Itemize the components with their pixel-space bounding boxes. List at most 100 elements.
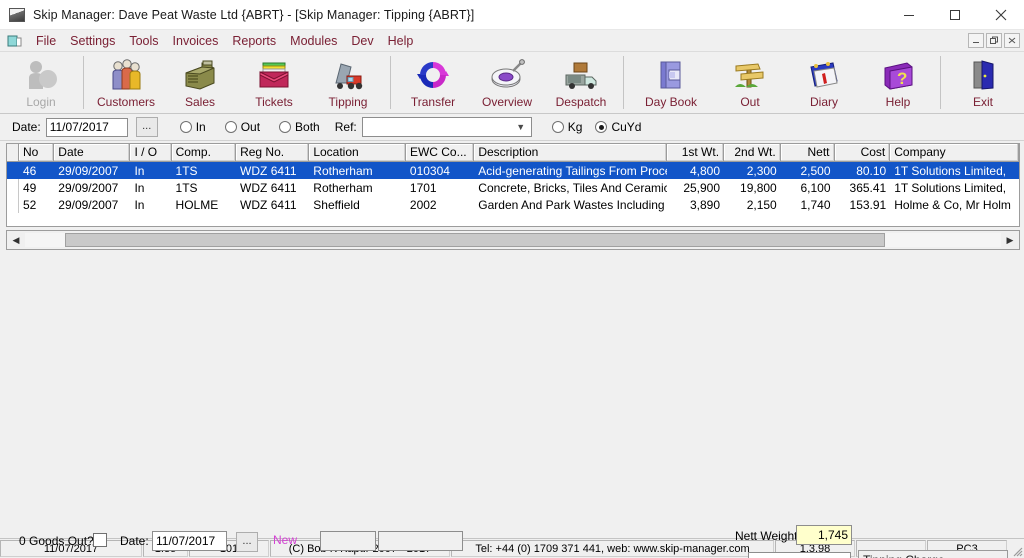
grid-col-nett[interactable]: Nett (780, 144, 835, 161)
cell-company: 1T Solutions Limited, (894, 163, 1007, 178)
filter-out-label: Out (240, 120, 261, 134)
tipping-grid: No Date I / O Comp. Reg No. Location EWC… (6, 143, 1020, 227)
filter-radio-both[interactable]: Both (279, 120, 320, 134)
form-date-picker-button[interactable]: ... (236, 532, 258, 552)
toolbar-button-login[interactable]: Login (4, 52, 78, 113)
cell-no: 49 (23, 180, 37, 195)
table-row[interactable]: 52 29/09/2007 In HOLME WDZ 6411 Sheffiel… (7, 196, 1019, 213)
toolbar-button-tickets[interactable]: Tickets (237, 52, 311, 113)
main-toolbar: Login Customers Sales Tickets Tipping Tr… (0, 52, 1024, 114)
filter-ref-combo[interactable]: ▼ (361, 117, 532, 137)
menu-item-file[interactable]: File (29, 32, 63, 50)
toolbar-label-sales: Sales (184, 95, 216, 109)
grid-col-io[interactable]: I / O (130, 144, 172, 161)
mdi-document-icon (6, 33, 24, 49)
nett-weight-label: Nett Weight (735, 529, 798, 543)
new-field-2[interactable] (378, 531, 463, 551)
minimize-icon[interactable] (886, 0, 932, 30)
filter-radio-cuyd[interactable]: CuYd (595, 120, 641, 134)
scrollbar-track[interactable] (25, 233, 1001, 247)
menu-item-settings[interactable]: Settings (63, 32, 122, 50)
cell-cost: 365.41 (849, 180, 887, 195)
nett-weight-input[interactable] (796, 525, 852, 545)
radio-dot-kg (551, 121, 564, 133)
grid-col-ewc[interactable]: EWC Co... (405, 144, 475, 161)
cell-nett: 2,500 (800, 163, 831, 178)
cell-comp: 1TS (175, 163, 198, 178)
toolbar-button-help[interactable]: ? Help (861, 52, 935, 113)
toolbar-button-overview[interactable]: Overview (470, 52, 544, 113)
grid-col-comp[interactable]: Comp. (171, 144, 237, 161)
table-row[interactable]: 46 29/09/2007 In 1TS WDZ 6411 Rotherham … (7, 162, 1019, 179)
scroll-left-icon[interactable]: ◀ (7, 235, 25, 246)
toolbar-button-despatch[interactable]: Despatch (544, 52, 618, 113)
grid-col-date[interactable]: Date (54, 144, 131, 161)
filter-both-label: Both (295, 120, 320, 134)
cell-io: In (134, 197, 145, 212)
filter-ref-label: Ref: (334, 120, 357, 134)
toolbar-button-out[interactable]: Out (713, 52, 787, 113)
toolbar-button-diary[interactable]: Diary (787, 52, 861, 113)
filter-radio-kg[interactable]: Kg (551, 120, 582, 134)
close-icon[interactable] (978, 0, 1024, 30)
sales-icon (182, 56, 218, 94)
cell-regno: WDZ 6411 (240, 197, 297, 212)
grid-col-no[interactable]: No (19, 144, 55, 161)
menu-item-reports[interactable]: Reports (225, 32, 283, 50)
grid-col-wt2[interactable]: 2nd Wt. (724, 144, 781, 161)
toolbar-button-transfer[interactable]: Transfer (396, 52, 470, 113)
toolbar-label-out: Out (740, 95, 760, 109)
toolbar-separator (940, 56, 941, 109)
menu-item-dev[interactable]: Dev (344, 32, 380, 50)
cell-wt1: 25,900 (683, 180, 721, 195)
menu-item-invoices[interactable]: Invoices (166, 32, 226, 50)
mdi-restore-icon[interactable] (986, 33, 1002, 48)
toolbar-button-sales[interactable]: Sales (163, 52, 237, 113)
row-gutter (7, 162, 19, 179)
filter-radio-in[interactable]: In (179, 120, 206, 134)
mdi-minimize-icon[interactable] (968, 33, 984, 48)
cell-date: 29/09/2007 (58, 163, 119, 178)
window-controls (886, 0, 1024, 30)
toolbar-button-exit[interactable]: Exit (946, 52, 1020, 113)
cell-io: In (134, 180, 145, 195)
filter-date-picker-button[interactable]: ... (135, 117, 158, 137)
goods-out-checkbox[interactable] (93, 533, 107, 547)
grid-col-location[interactable]: Location (309, 144, 406, 161)
tip-chrg-combo[interactable]: ▼ (748, 552, 851, 558)
daybook-icon (653, 56, 689, 94)
grid-col-regno[interactable]: Reg No. (236, 144, 310, 161)
cell-date: 29/09/2007 (58, 197, 119, 212)
scrollbar-thumb[interactable] (65, 233, 885, 247)
scroll-right-icon[interactable]: ▶ (1001, 235, 1019, 246)
mdi-close-icon[interactable] (1004, 33, 1020, 48)
menu-item-modules[interactable]: Modules (283, 32, 344, 50)
grid-col-company[interactable]: Company (890, 144, 1019, 161)
resize-grip-icon[interactable] (1008, 539, 1024, 558)
radio-dot-in (179, 121, 192, 133)
grid-col-wt1[interactable]: 1st Wt. (667, 144, 725, 161)
cell-io: In (134, 163, 145, 178)
menu-item-help[interactable]: Help (381, 32, 421, 50)
grid-horizontal-scrollbar[interactable]: ◀ ▶ (6, 230, 1020, 250)
form-date-input[interactable] (152, 531, 227, 551)
maximize-icon[interactable] (932, 0, 978, 30)
customers-icon (108, 56, 144, 94)
title-bar: Skip Manager: Dave Peat Waste Ltd {ABRT}… (0, 0, 1024, 30)
chevron-down-icon: ▼ (516, 122, 526, 132)
filter-radio-out[interactable]: Out (224, 120, 261, 134)
grid-col-cost[interactable]: Cost (834, 144, 891, 161)
toolbar-button-daybook[interactable]: Day Book (629, 52, 713, 113)
new-field-1[interactable] (320, 531, 376, 551)
tickets-icon (256, 56, 292, 94)
radio-dot-cuyd (595, 121, 608, 133)
toolbar-button-customers[interactable]: Customers (89, 52, 163, 113)
toolbar-separator (83, 56, 84, 109)
filter-date-input[interactable] (45, 117, 128, 137)
grid-gutter-header (7, 144, 19, 161)
table-row[interactable]: 49 29/09/2007 In 1TS WDZ 6411 Rotherham … (7, 179, 1019, 196)
grid-col-description[interactable]: Description (474, 144, 668, 161)
menu-item-tools[interactable]: Tools (122, 32, 165, 50)
tipping-charge-description-label: Tipping Charge Description (858, 550, 1008, 558)
toolbar-button-tipping[interactable]: Tipping (311, 52, 385, 113)
